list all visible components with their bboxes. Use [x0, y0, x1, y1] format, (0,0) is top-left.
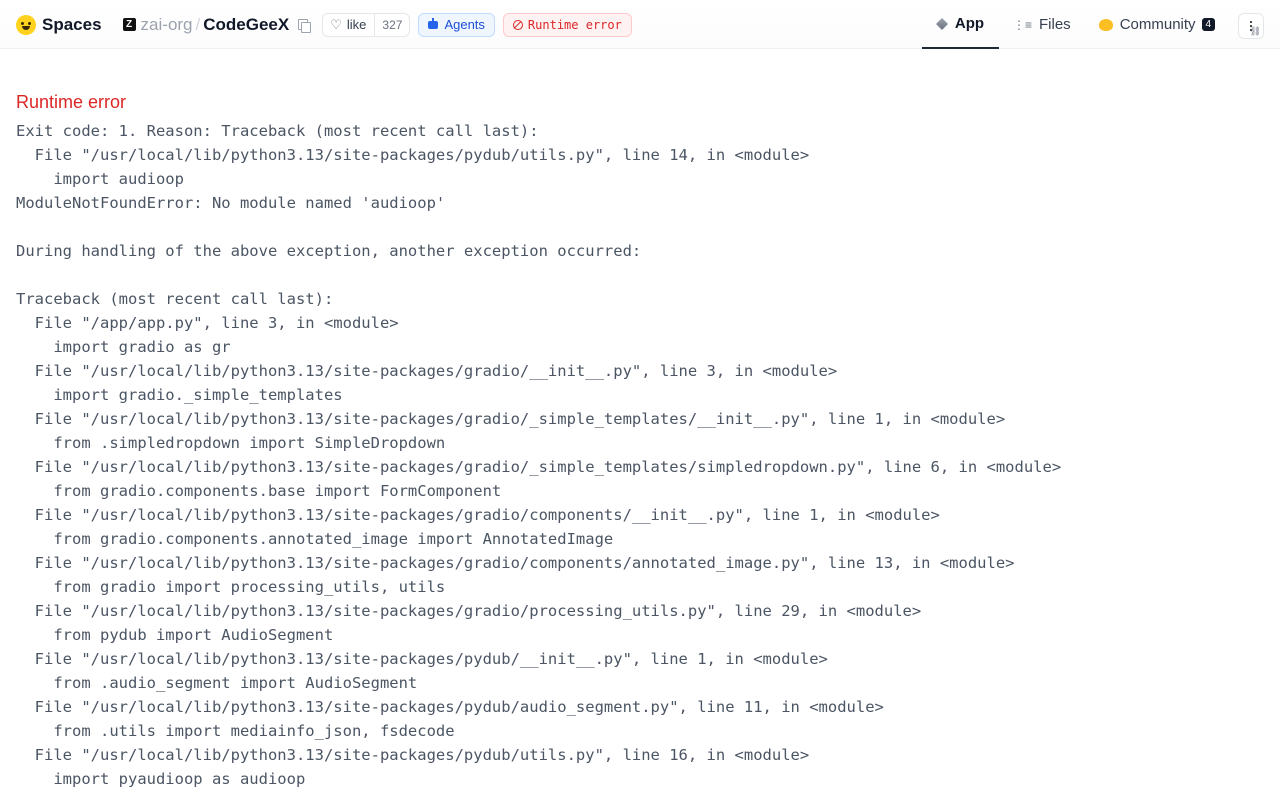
tab-community-label: Community	[1119, 16, 1196, 33]
traceback-line	[16, 215, 1264, 239]
traceback-line: File "/usr/local/lib/python3.13/site-pac…	[16, 410, 1006, 428]
link-icon: ⛓	[1249, 26, 1261, 36]
community-count-badge: 4	[1201, 18, 1216, 31]
traceback-line: File "/usr/local/lib/python3.13/site-pac…	[16, 746, 810, 764]
traceback-line: Exit code: 1. Reason: Traceback (most re…	[16, 122, 539, 140]
traceback-line	[16, 263, 1264, 287]
header-left: Spaces Z zai-org / CodeGeeX ♡ like 327 A…	[16, 0, 632, 49]
spaces-link[interactable]: Spaces	[42, 15, 102, 35]
traceback-line: File "/usr/local/lib/python3.13/site-pac…	[16, 506, 940, 524]
tab-files[interactable]: ⋮≡ Files	[999, 0, 1085, 49]
like-button[interactable]: ♡ like 327	[322, 12, 411, 37]
traceback-log: Exit code: 1. Reason: Traceback (most re…	[16, 119, 1264, 791]
traceback-line: File "/usr/local/lib/python3.13/site-pac…	[16, 458, 1062, 476]
traceback-line: During handling of the above exception, …	[16, 242, 642, 260]
traceback-line: File "/usr/local/lib/python3.13/site-pac…	[16, 650, 828, 668]
status-label: Runtime error	[527, 17, 622, 32]
status-badge[interactable]: Runtime error	[502, 12, 632, 37]
agents-label: Agents	[444, 17, 485, 32]
traceback-line: File "/usr/local/lib/python3.13/site-pac…	[16, 362, 838, 380]
traceback-line: import pyaudioop as audioop	[16, 770, 306, 788]
agents-button[interactable]: Agents	[418, 12, 495, 37]
traceback-line: File "/usr/local/lib/python3.13/site-pac…	[16, 554, 1015, 572]
traceback-line: File "/usr/local/lib/python3.13/site-pac…	[16, 602, 922, 620]
space-tabs: App ⋮≡ Files Community 4	[922, 0, 1229, 49]
heart-icon: ♡	[330, 17, 342, 32]
traceback-line: File "/usr/local/lib/python3.13/site-pac…	[16, 698, 884, 716]
error-title: Runtime error	[16, 92, 127, 112]
traceback-line: from .simpledropdown import SimpleDropdo…	[16, 434, 446, 452]
traceback-line: File "/app/app.py", line 3, in <module>	[16, 314, 399, 332]
copy-icon[interactable]	[297, 18, 312, 33]
path-separator: /	[195, 14, 201, 34]
files-icon: ⋮≡	[1013, 17, 1033, 32]
tab-app-label: App	[954, 15, 985, 32]
traceback-line: import gradio._simple_templates	[16, 386, 343, 404]
main-content: Runtime error Exit code: 1. Reason: Trac…	[16, 50, 1264, 791]
traceback-line: from gradio import processing_utils, uti…	[16, 578, 446, 596]
traceback-line: from .utils import mediainfo_json, fsdec…	[16, 722, 455, 740]
tab-files-label: Files	[1039, 16, 1071, 33]
traceback-line: ModuleNotFoundError: No module named 'au…	[16, 194, 446, 212]
traceback-line: File "/usr/local/lib/python3.13/site-pac…	[16, 146, 810, 164]
error-circle-icon	[512, 19, 523, 30]
traceback-line: from pydub import AudioSegment	[16, 626, 334, 644]
traceback-line: import gradio as gr	[16, 338, 231, 356]
traceback-line: from gradio.components.annotated_image i…	[16, 530, 614, 548]
traceback-line: import audioop	[16, 170, 184, 188]
repo-link[interactable]: CodeGeeX	[203, 15, 289, 35]
org-link[interactable]: zai-org	[141, 15, 193, 35]
cube-icon	[935, 17, 948, 30]
tab-app[interactable]: App	[922, 0, 999, 49]
traceback-line: Traceback (most recent call last):	[16, 290, 334, 308]
community-icon	[1098, 18, 1113, 31]
robot-icon	[428, 17, 439, 29]
org-avatar[interactable]: Z	[122, 18, 136, 31]
hugging-face-logo-icon[interactable]	[16, 14, 36, 35]
like-toggle[interactable]: ♡ like	[323, 14, 374, 36]
more-menu-button[interactable]: ⛓	[1238, 13, 1264, 39]
traceback-line: from gradio.components.base import FormC…	[16, 482, 502, 500]
like-count[interactable]: 327	[374, 13, 409, 36]
tab-community[interactable]: Community 4	[1085, 0, 1229, 49]
traceback-line: from .audio_segment import AudioSegment	[16, 674, 418, 692]
top-header: Spaces Z zai-org / CodeGeeX ♡ like 327 A…	[0, 0, 1280, 49]
like-label: like	[346, 17, 367, 32]
